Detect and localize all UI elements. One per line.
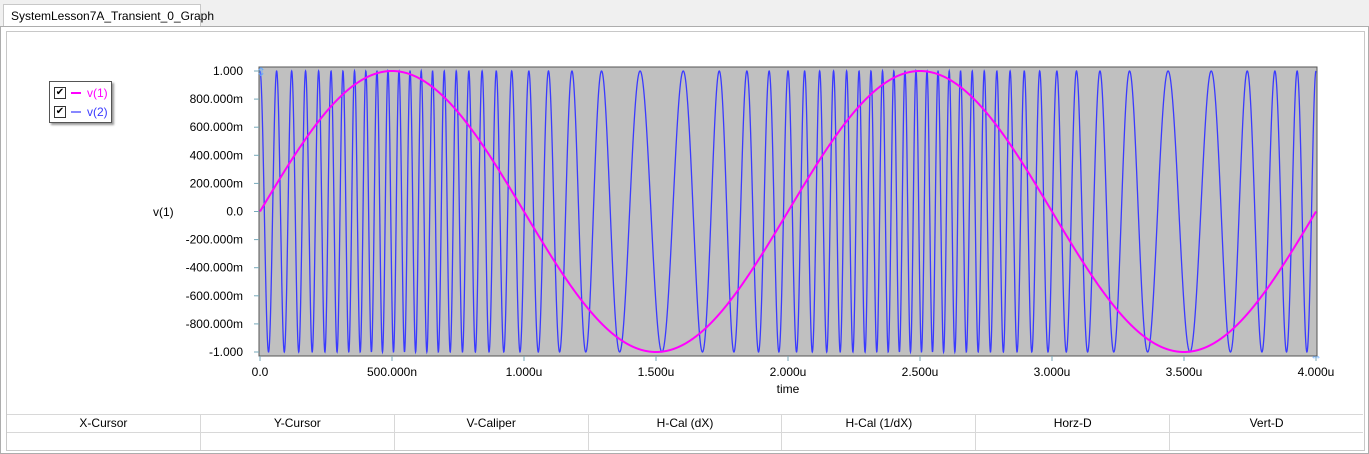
cursor-value	[201, 433, 395, 450]
cursor-value	[395, 433, 589, 450]
legend-label: v(1)	[87, 86, 108, 100]
y-tick-label: -400.000m	[186, 261, 243, 275]
x-tick-label: 1.000u	[506, 365, 543, 379]
cursor-header: H-Cal (dX)	[589, 415, 783, 432]
y-tick-label: 400.000m	[190, 148, 243, 162]
axis-handle-icon: ⇔	[1310, 349, 1322, 363]
y-axis-label: v(1)	[153, 205, 174, 219]
x-tick-label: 4.000u	[1298, 365, 1335, 379]
y-tick-label: 800.000m	[190, 92, 243, 106]
x-tick-label: 500.000n	[367, 365, 417, 379]
legend: ✔ v(1) ✔ v(2)	[49, 81, 112, 123]
y-tick-label: -800.000m	[186, 317, 243, 331]
y-tick-label: 1.000	[213, 64, 243, 78]
x-tick-label: 3.500u	[1166, 365, 1203, 379]
checkbox-icon[interactable]: ✔	[54, 106, 66, 118]
cursor-value	[782, 433, 977, 450]
cursor-header: V-Caliper	[395, 415, 589, 432]
legend-item-v2[interactable]: ✔ v(2)	[54, 104, 111, 120]
x-tick-label: 2.500u	[902, 365, 939, 379]
chart: 1.000 800.000m 600.000m 400.000m 200.000m 0.0…	[153, 64, 1335, 396]
cursor-value	[1170, 433, 1363, 450]
x-tick-label: 0.0	[252, 365, 269, 379]
legend-label: v(2)	[87, 105, 108, 119]
cursor-value	[589, 433, 783, 450]
swatch	[71, 111, 81, 113]
swatch	[71, 92, 81, 94]
x-tick-label: 1.500u	[638, 365, 675, 379]
cursor-header: Horz-D	[976, 415, 1171, 432]
y-tick-label: -200.000m	[186, 233, 243, 247]
cursor-header: Vert-D	[1249, 416, 1284, 430]
y-tick-label: 0.0	[226, 205, 243, 219]
x-axis-label: time	[777, 382, 800, 396]
checkbox-icon[interactable]: ✔	[54, 87, 66, 99]
y-tick-label: -600.000m	[186, 289, 243, 303]
x-tick-label: 2.000u	[770, 365, 807, 379]
y-tick-label: -1.000	[209, 345, 243, 359]
cursor-table: X-Cursor Y-Cursor V-Caliper H-Cal (dX) H-Cal…	[7, 414, 1363, 450]
cursor-header: H-Cal (1/dX)	[782, 415, 977, 432]
x-tick-label: 3.000u	[1034, 365, 1071, 379]
cursor-header: Y-Cursor	[201, 415, 395, 432]
y-tick-label: 200.000m	[190, 176, 243, 190]
y-tick-label: 600.000m	[190, 120, 243, 134]
legend-item-v1[interactable]: ✔ v(1)	[54, 85, 111, 101]
tab-graph[interactable]: SystemLesson7A_Transient_0_Graph	[3, 4, 214, 26]
cursor-header: X-Cursor	[7, 415, 201, 432]
axis-handle-icon: ⇕	[256, 65, 266, 79]
cursor-value	[7, 433, 201, 450]
cursor-value	[976, 433, 1171, 450]
